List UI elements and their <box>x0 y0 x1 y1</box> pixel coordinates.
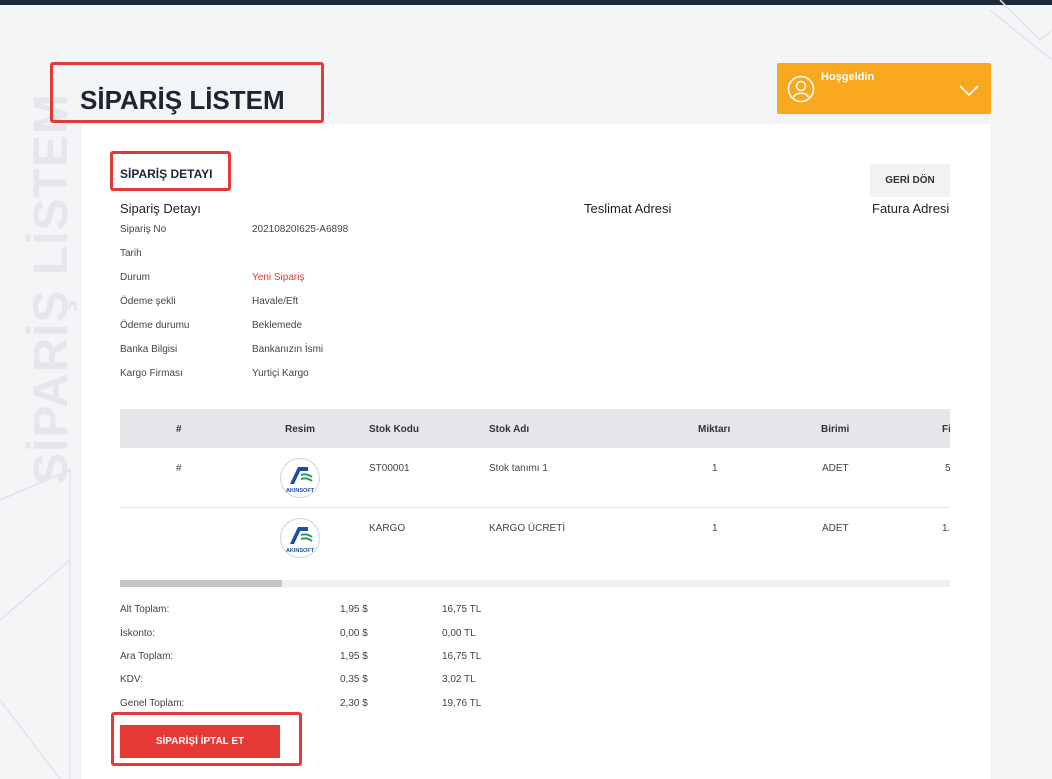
discount-tl: 0,00 TL <box>442 628 476 639</box>
table-row: # AKINSOFT ST00001 Stok tanımı 1 1 ADET … <box>120 448 950 508</box>
payment-status-label: Ödeme durumu <box>120 320 190 331</box>
highlight-section-title <box>110 151 231 191</box>
row-stock-code: KARGO <box>369 523 406 534</box>
status-label: Durum <box>120 272 151 283</box>
row-unit: ADET <box>822 463 849 474</box>
highlight-page-title <box>50 62 324 123</box>
row-stock-code: ST00001 <box>369 463 410 474</box>
status-value: Yeni Sipariş <box>252 272 305 283</box>
discount-usd: 0,00 $ <box>340 628 368 639</box>
order-no-label: Sipariş No <box>120 224 167 235</box>
header-image: Resim <box>285 424 316 435</box>
row-num: # <box>176 463 182 474</box>
table-header: # Resim Stok Kodu Stok Adı Miktarı Birim… <box>120 409 950 448</box>
scrollbar-thumb[interactable] <box>120 580 282 587</box>
header-quantity: Miktarı <box>698 424 731 435</box>
row-stock-name: KARGO ÜCRETİ <box>489 523 566 534</box>
cargo-company-label: Kargo Firması <box>120 368 183 379</box>
date-label: Tarih <box>120 248 142 259</box>
payment-method-value: Havale/Eft <box>252 296 299 307</box>
chevron-down-icon[interactable] <box>959 85 979 97</box>
subtotal-label: Alt Toplam: <box>120 604 170 615</box>
row-price: 5 <box>945 463 950 474</box>
vat-label: KDV: <box>120 674 143 685</box>
product-image: AKINSOFT <box>280 518 320 558</box>
order-detail-heading: Sipariş Detayı <box>120 201 201 216</box>
order-no-value: 20210820I625-A6898 <box>252 224 349 235</box>
user-icon <box>787 75 815 103</box>
row-quantity: 1 <box>712 523 718 534</box>
bank-info-label: Banka Bilgisi <box>120 344 178 355</box>
subtotal-usd: 1,95 $ <box>340 604 368 615</box>
delivery-address-heading: Teslimat Adresi <box>584 201 672 216</box>
header-unit: Birimi <box>821 424 850 435</box>
payment-status-value: Beklemede <box>252 320 303 331</box>
table-row: AKINSOFT KARGO KARGO ÜCRETİ 1 ADET 1. <box>120 508 950 568</box>
row-price: 1. <box>942 523 950 534</box>
payment-method-label: Ödeme şekli <box>120 296 176 307</box>
grand-total-usd: 2,30 $ <box>340 698 368 709</box>
greeting-label: Hoşgeldin <box>821 71 875 83</box>
back-button[interactable]: GERİ DÖN <box>870 164 950 197</box>
discount-label: İskonto: <box>120 628 156 639</box>
intermediate-total-label: Ara Toplam: <box>120 651 174 662</box>
side-watermark: SİPARİŞ LİSTEM <box>25 93 78 485</box>
horizontal-scrollbar[interactable] <box>120 580 950 587</box>
intermediate-total-tl: 16,75 TL <box>442 651 482 662</box>
grand-total-tl: 19,76 TL <box>442 698 482 709</box>
cargo-company-value: Yurtiçi Kargo <box>252 368 309 379</box>
highlight-cancel-button <box>111 712 302 766</box>
svg-text:AKINSOFT: AKINSOFT <box>286 548 315 554</box>
vat-tl: 3,02 TL <box>442 674 476 685</box>
user-menu[interactable]: Hoşgeldin <box>777 63 991 114</box>
row-unit: ADET <box>822 523 849 534</box>
row-quantity: 1 <box>712 463 718 474</box>
header-num: # <box>176 424 182 435</box>
product-image: AKINSOFT <box>280 458 320 498</box>
subtotal-tl: 16,75 TL <box>442 604 482 615</box>
row-stock-name: Stok tanımı 1 <box>489 463 548 474</box>
header-stock-code: Stok Kodu <box>369 424 419 435</box>
bank-info-value: Bankanızın İsmi <box>252 344 324 355</box>
order-items-table: # Resim Stok Kodu Stok Adı Miktarı Birim… <box>120 409 950 587</box>
header-stock-name: Stok Adı <box>489 424 530 435</box>
grand-total-label: Genel Toplam: <box>120 698 185 709</box>
vat-usd: 0,35 $ <box>340 674 368 685</box>
svg-text:AKINSOFT: AKINSOFT <box>286 488 315 494</box>
invoice-address-heading: Fatura Adresi <box>872 201 950 216</box>
header-price: Fi <box>942 424 950 435</box>
intermediate-total-usd: 1,95 $ <box>340 651 368 662</box>
